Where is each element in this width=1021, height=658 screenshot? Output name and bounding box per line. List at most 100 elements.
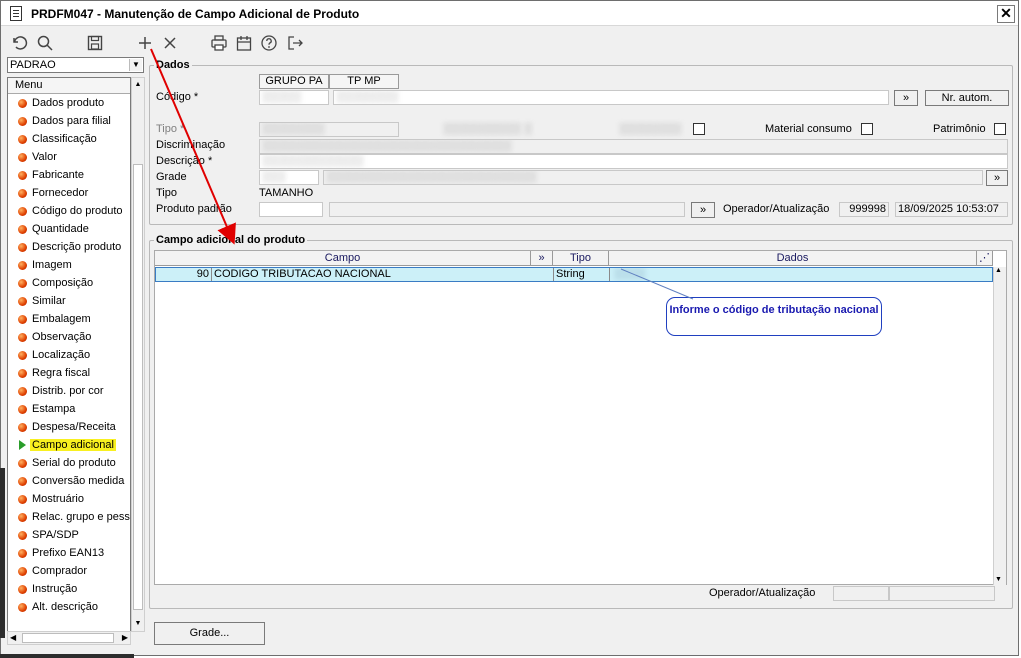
scroll-right-icon[interactable]: ▶ xyxy=(122,633,128,642)
grid-scroll-down-icon[interactable]: ▼ xyxy=(995,576,1002,583)
menu-item-label: Alt. descrição xyxy=(32,601,99,613)
bullet-icon xyxy=(18,189,27,198)
menu-item[interactable]: Observação xyxy=(8,328,130,346)
grid-header-expand[interactable]: » xyxy=(531,251,553,266)
menu-item-label: Imagem xyxy=(32,259,72,271)
add-icon[interactable] xyxy=(135,33,155,53)
table-row[interactable]: 90 CODIGO TRIBUTACAO NACIONAL String ░░░… xyxy=(155,267,993,282)
row-number: 90 xyxy=(156,268,212,281)
profile-combo[interactable]: PADRAO ▼ xyxy=(7,57,144,73)
chevron-down-icon[interactable]: ▼ xyxy=(129,59,142,71)
menu-item[interactable]: Relac. grupo e pess xyxy=(8,508,130,526)
menu-item[interactable]: Fornecedor xyxy=(8,184,130,202)
patrimonio-checkbox[interactable] xyxy=(994,123,1006,135)
menu-item-label: Conversão medida xyxy=(32,475,125,487)
undo-icon[interactable] xyxy=(9,33,29,53)
menu-item[interactable]: Campo adicional xyxy=(8,436,130,454)
codigo-lookup-button[interactable]: » xyxy=(894,90,918,106)
bullet-icon xyxy=(18,279,27,288)
menu-item[interactable]: Valor xyxy=(8,148,130,166)
bullet-icon xyxy=(18,549,27,558)
bullet-icon xyxy=(18,513,27,522)
grid-header-campo[interactable]: Campo xyxy=(155,251,531,266)
grade-button[interactable]: Grade... xyxy=(154,622,265,645)
material-consumo-checkbox[interactable] xyxy=(861,123,873,135)
menu-item[interactable]: Código do produto xyxy=(8,202,130,220)
scroll-down-icon[interactable]: ▼ xyxy=(132,617,144,631)
menu-item-label: SPA/SDP xyxy=(32,529,79,541)
search-icon[interactable] xyxy=(35,33,55,53)
grid-vertical-scrollbar[interactable]: ▲ ▼ xyxy=(993,267,1006,585)
tipo-field[interactable]: ░░░░░░░░ xyxy=(259,122,399,137)
menu-item[interactable]: Classificação xyxy=(8,130,130,148)
menu-item[interactable]: Dados para filial xyxy=(8,112,130,130)
bullet-icon xyxy=(18,369,27,378)
bullet-icon xyxy=(18,153,27,162)
delete-icon[interactable] xyxy=(160,33,180,53)
descricao-field[interactable]: ░░░░░░░░░░░░░ xyxy=(259,154,1008,169)
grade-lookup-button[interactable]: » xyxy=(986,170,1008,186)
menu-item-label: Estampa xyxy=(32,403,76,415)
menu-item[interactable]: Serial do produto xyxy=(8,454,130,472)
bullet-icon xyxy=(18,531,27,540)
menu-item[interactable]: Alt. descrição xyxy=(8,598,130,616)
help-icon[interactable] xyxy=(259,33,279,53)
tab-grupo-pa[interactable]: GRUPO PA xyxy=(259,74,329,89)
codigo-grupo-field[interactable]: ░░░░░ xyxy=(259,90,329,105)
bullet-icon xyxy=(18,99,27,108)
codigo-label: Código * xyxy=(156,91,199,103)
produto-padrao-field[interactable] xyxy=(259,202,323,217)
scroll-up-icon[interactable]: ▲ xyxy=(132,78,144,92)
grid-header-tipo[interactable]: Tipo xyxy=(553,251,609,266)
menu-item[interactable]: Composição xyxy=(8,274,130,292)
close-button[interactable]: ✕ xyxy=(997,5,1015,23)
menu-item[interactable]: Instrução xyxy=(8,580,130,598)
tipo2-label: Tipo xyxy=(156,187,177,199)
menu-item[interactable]: Descrição produto xyxy=(8,238,130,256)
calendar-icon[interactable] xyxy=(234,33,254,53)
menu-item[interactable]: Fabricante xyxy=(8,166,130,184)
menu-item-label: Valor xyxy=(32,151,57,163)
discriminacao-field[interactable]: ░░░░░░░░░░░░░░░░░░░░░░░░░░░░░░░░ xyxy=(259,139,1008,154)
toolbar xyxy=(1,27,1018,57)
nr-autom-button[interactable]: Nr. autom. xyxy=(925,90,1009,106)
menu-item[interactable]: Despesa/Receita xyxy=(8,418,130,436)
grade-description-field[interactable]: ░░░░░░░░░░░░░░░░░░░░░░░░░░░ xyxy=(323,170,983,185)
menu-item[interactable]: Dados produto xyxy=(8,94,130,112)
menu-item[interactable]: Quantidade xyxy=(8,220,130,238)
obscured-checkbox[interactable] xyxy=(693,123,705,135)
bullet-icon xyxy=(18,117,27,126)
menu-item[interactable]: Similar xyxy=(8,292,130,310)
menu-item[interactable]: Estampa xyxy=(8,400,130,418)
scroll-left-icon[interactable]: ◀ xyxy=(10,633,16,642)
grid-header-dados[interactable]: Dados xyxy=(609,251,977,266)
codigo-field[interactable]: ░░░░░░░░ xyxy=(333,90,889,105)
print-icon[interactable] xyxy=(209,33,229,53)
scroll-thumb[interactable] xyxy=(133,164,143,610)
bullet-icon xyxy=(18,405,27,414)
menu-vertical-scrollbar[interactable]: ▲ ▼ xyxy=(131,77,145,632)
exit-icon[interactable] xyxy=(285,33,305,53)
produto-padrao-lookup-button[interactable]: » xyxy=(691,202,715,218)
bullet-icon xyxy=(18,585,27,594)
tab-tp-mp[interactable]: TP MP xyxy=(329,74,399,89)
menu-item[interactable]: Embalagem xyxy=(8,310,130,328)
row-dados-input[interactable]: ░░░░ xyxy=(610,268,992,281)
save-icon[interactable] xyxy=(85,33,105,53)
menu-item[interactable]: Prefixo EAN13 xyxy=(8,544,130,562)
menu-item[interactable]: Mostruário xyxy=(8,490,130,508)
menu-horizontal-scrollbar[interactable]: ◀ ▶ xyxy=(7,631,131,645)
menu-item-label: Comprador xyxy=(32,565,88,577)
produto-padrao-description[interactable] xyxy=(329,202,685,217)
grid-scroll-up-icon[interactable]: ▲ xyxy=(995,267,1002,274)
menu-item[interactable]: Imagem xyxy=(8,256,130,274)
grade-field[interactable]: ░░░ xyxy=(259,170,319,185)
scroll-thumb-horizontal[interactable] xyxy=(22,633,114,643)
menu-item[interactable]: SPA/SDP xyxy=(8,526,130,544)
bullet-icon xyxy=(18,423,27,432)
menu-item[interactable]: Distrib. por cor xyxy=(8,382,130,400)
menu-item[interactable]: Comprador xyxy=(8,562,130,580)
menu-item[interactable]: Conversão medida xyxy=(8,472,130,490)
menu-item[interactable]: Localização xyxy=(8,346,130,364)
menu-item[interactable]: Regra fiscal xyxy=(8,364,130,382)
